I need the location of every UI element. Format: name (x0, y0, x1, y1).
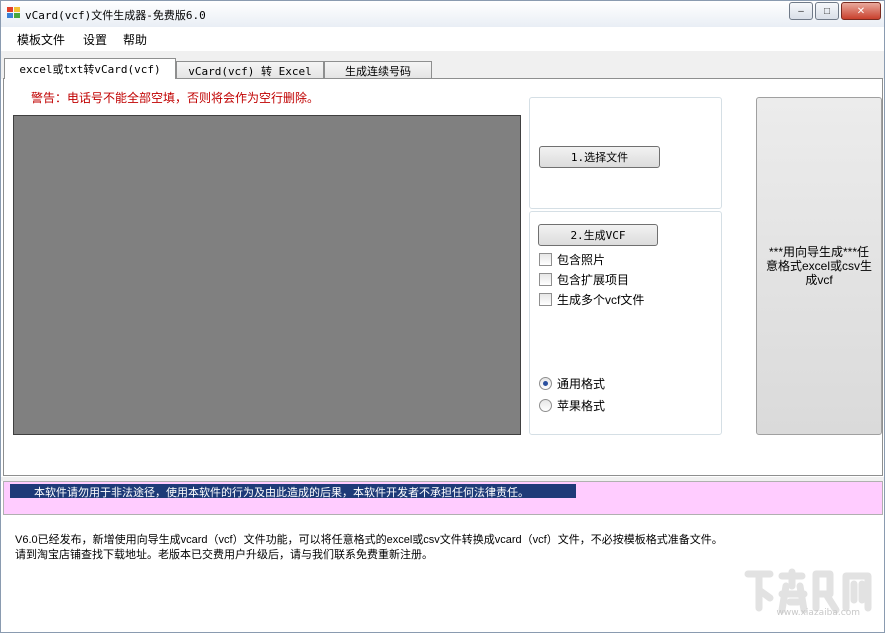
generic-format-label: 通用格式 (557, 376, 606, 391)
apple-format-radio[interactable] (539, 398, 552, 412)
maximize-button[interactable]: □ (815, 2, 839, 20)
include-extended-checkbox[interactable] (539, 272, 552, 286)
minimize-button[interactable]: – (789, 2, 813, 20)
notice-line-1: V6.0已经发布，新增使用向导生成vcard（vcf）文件功能，可以将任意格式的… (15, 534, 723, 546)
format-apple[interactable]: 苹果格式 (539, 397, 605, 413)
disclaimer-text: 本软件请勿用于非法途径，使用本软件的行为及由此造成的后果，本软件开发者不承担任何… (34, 487, 529, 499)
app-icon (7, 7, 21, 19)
generic-format-radio[interactable] (539, 376, 552, 390)
option-multiple-vcf[interactable]: 生成多个vcf文件 (539, 291, 644, 307)
option-include-photo[interactable]: 包含照片 (539, 251, 605, 267)
include-extended-label: 包含扩展项目 (557, 272, 630, 287)
title-bar[interactable]: vCard(vcf)文件生成器-免费版6.0 – □ ✕ (1, 1, 884, 27)
preview-panel[interactable] (13, 115, 521, 435)
release-notice: V6.0已经发布，新增使用向导生成vcard（vcf）文件功能，可以将任意格式的… (15, 533, 723, 563)
multiple-vcf-checkbox[interactable] (539, 292, 552, 306)
window-title: vCard(vcf)文件生成器-免费版6.0 (25, 9, 206, 22)
menu-bar: 模板文件 设置 帮助 (1, 27, 884, 51)
maximize-icon: □ (823, 5, 831, 17)
warning-text: 警告：电话号不能全部空填，否则将会作为空行删除。 (31, 91, 320, 105)
option-include-extended[interactable]: 包含扩展项目 (539, 271, 629, 287)
include-photo-checkbox[interactable] (539, 252, 552, 266)
wizard-generate-button[interactable]: ***用向导生成***任意格式excel或csv生成vcf (756, 97, 882, 435)
include-photo-label: 包含照片 (557, 252, 606, 267)
minimize-icon: – (798, 5, 804, 17)
menu-help[interactable]: 帮助 (123, 31, 147, 48)
app-window: vCard(vcf)文件生成器-免费版6.0 – □ ✕ 模板文件 设置 帮助 … (0, 0, 885, 633)
notice-line-2: 请到淘宝店铺查找下载地址。老版本已交费用户升级后，请与我们联系免费重新注册。 (15, 549, 433, 561)
close-icon: ✕ (856, 5, 866, 17)
disclaimer-box[interactable]: 本软件请勿用于非法途径，使用本软件的行为及由此造成的后果，本软件开发者不承担任何… (3, 481, 883, 515)
tab-excel-to-vcard[interactable]: excel或txt转vCard(vcf) (4, 58, 176, 79)
apple-format-label: 苹果格式 (557, 398, 606, 413)
tab-generate-numbers[interactable]: 生成连续号码 (324, 61, 432, 79)
menu-template-file[interactable]: 模板文件 (17, 31, 65, 48)
menu-settings[interactable]: 设置 (83, 31, 107, 48)
wizard-button-label: ***用向导生成***任意格式excel或csv生成vcf (765, 245, 872, 287)
generate-vcf-button[interactable]: 2.生成VCF (538, 224, 658, 246)
format-generic[interactable]: 通用格式 (539, 375, 605, 391)
close-button[interactable]: ✕ (841, 2, 881, 20)
select-file-button[interactable]: 1.选择文件 (539, 146, 660, 168)
watermark-logo: www.xiazaiba.com (742, 564, 874, 620)
tab-strip: excel或txt转vCard(vcf) vCard(vcf) 转 Excel … (1, 51, 884, 79)
multiple-vcf-label: 生成多个vcf文件 (557, 292, 645, 307)
watermark-site: www.xiazaiba.com (776, 608, 860, 618)
tab-vcard-to-excel[interactable]: vCard(vcf) 转 Excel (176, 61, 324, 79)
